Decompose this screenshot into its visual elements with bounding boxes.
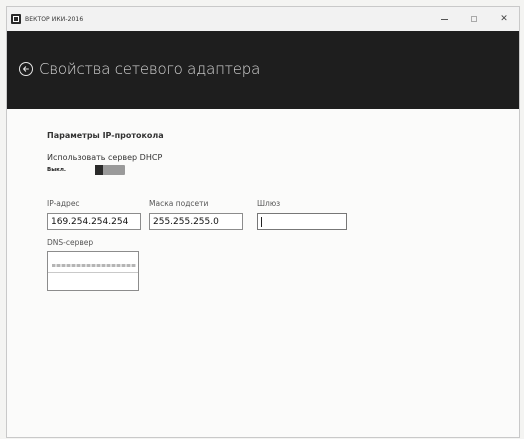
text-cursor bbox=[261, 217, 262, 227]
dns-server-field[interactable] bbox=[47, 251, 139, 291]
back-button[interactable] bbox=[19, 62, 33, 76]
subnet-mask-label: Маска подсети bbox=[149, 199, 209, 208]
close-icon: ✕ bbox=[500, 14, 508, 24]
subnet-mask-field[interactable]: 255.255.255.0 bbox=[149, 213, 243, 230]
back-arrow-icon bbox=[23, 66, 29, 72]
dhcp-label: Использовать сервер DHCP bbox=[47, 153, 163, 162]
dns-placeholder-line bbox=[52, 264, 136, 267]
page-title: Свойства сетевого адаптера bbox=[39, 60, 261, 78]
dhcp-toggle[interactable] bbox=[95, 165, 125, 175]
maximize-icon bbox=[471, 16, 477, 22]
dhcp-toggle-state: Выкл. bbox=[47, 167, 67, 173]
gateway-field[interactable] bbox=[257, 213, 347, 230]
ip-address-label: IP-адрес bbox=[47, 199, 80, 208]
toggle-knob[interactable] bbox=[95, 165, 103, 175]
dns-server-label: DNS-сервер bbox=[47, 238, 94, 247]
app-icon bbox=[11, 14, 21, 24]
app-window: ВЕКТОР ИКИ-2016 ✕ Свойства сетевого адап… bbox=[6, 6, 520, 438]
window-title: ВЕКТОР ИКИ-2016 bbox=[25, 15, 84, 23]
window-controls: ✕ bbox=[429, 7, 519, 31]
minimize-icon bbox=[440, 18, 448, 20]
minimize-button[interactable] bbox=[429, 7, 459, 31]
dns-divider bbox=[48, 272, 138, 273]
ip-settings-panel: Параметры IP-протокола Использовать серв… bbox=[7, 109, 519, 437]
ip-address-field[interactable]: 169.254.254.254 bbox=[47, 213, 141, 230]
maximize-button[interactable] bbox=[459, 7, 489, 31]
gateway-label: Шлюз bbox=[257, 199, 281, 208]
close-button[interactable]: ✕ bbox=[489, 7, 519, 31]
section-title: Параметры IP-протокола bbox=[47, 131, 164, 140]
title-bar[interactable]: ВЕКТОР ИКИ-2016 ✕ bbox=[7, 7, 519, 31]
